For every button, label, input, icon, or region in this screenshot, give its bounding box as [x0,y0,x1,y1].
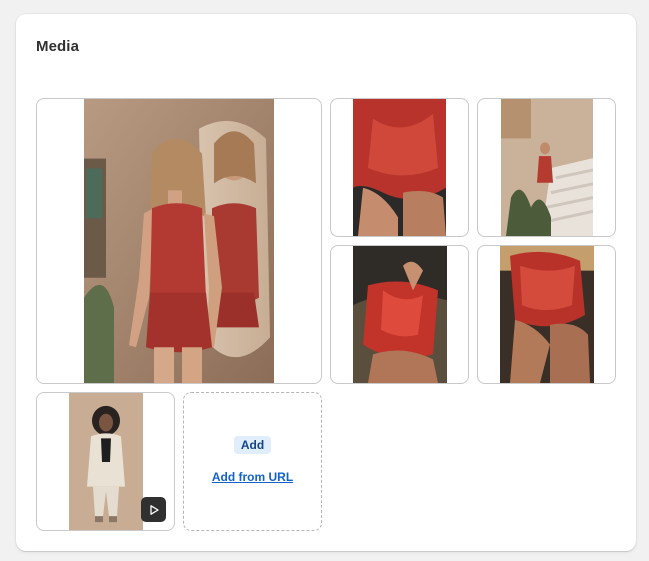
media-image [500,246,594,383]
media-item-featured[interactable] [36,98,322,384]
media-dropzone[interactable]: Add Add from URL [183,392,322,531]
media-card: Media Add Add from URL [16,14,636,551]
play-icon [141,497,166,522]
card-title: Media [36,38,80,55]
media-image [353,246,447,383]
media-image [84,99,274,383]
media-item-6[interactable] [36,392,175,531]
media-video-thumbnail [69,393,143,530]
add-media-button[interactable]: Add [233,436,272,454]
media-item-4[interactable] [330,245,469,384]
add-from-url-link[interactable]: Add from URL [212,470,293,484]
media-item-2[interactable] [330,98,469,237]
media-image [353,99,446,236]
media-item-3[interactable] [477,98,616,237]
media-item-5[interactable] [477,245,616,384]
media-image [501,99,593,236]
